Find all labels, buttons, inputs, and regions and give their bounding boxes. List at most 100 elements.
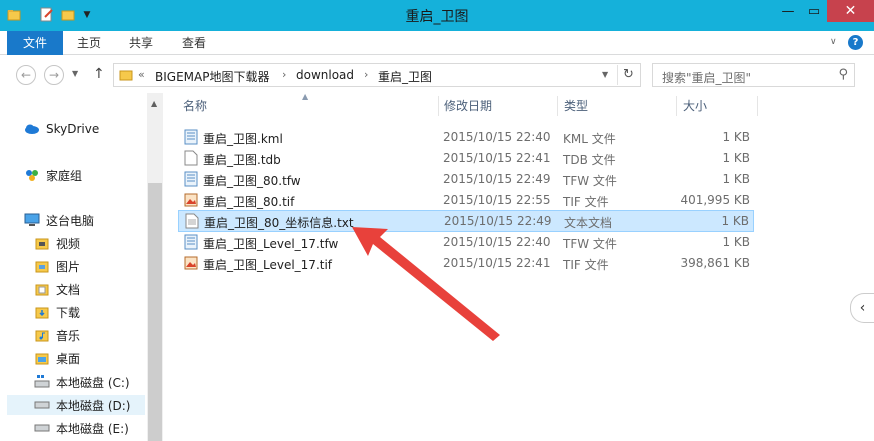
nav-documents[interactable]: 文档 <box>34 279 80 299</box>
video-folder-icon <box>34 235 50 251</box>
pictures-folder-icon <box>34 258 50 274</box>
nav-label: 视频 <box>56 236 81 251</box>
search-icon[interactable]: ⚲ <box>838 67 848 82</box>
nav-label: 这台电脑 <box>46 213 95 228</box>
file-size: 398,861 KB <box>680 256 750 270</box>
nav-label: 本地磁盘 (C:) <box>56 375 130 390</box>
breadcrumb-current[interactable]: 重启_卫图 <box>378 68 432 85</box>
column-header-name[interactable]: 名称 <box>183 93 438 119</box>
breadcrumb-separator-icon[interactable]: › <box>282 68 286 81</box>
address-bar[interactable]: « BIGEMAP地图下载器 › download › 重启_卫图 ▼ ↻ <box>113 63 641 87</box>
nav-label: 音乐 <box>56 328 81 343</box>
scrollbar-thumb[interactable] <box>148 183 162 441</box>
breadcrumb-download[interactable]: download <box>296 68 354 82</box>
file-type: TFW 文件 <box>563 174 617 188</box>
column-divider[interactable] <box>676 96 677 116</box>
file-size: 1 KB <box>722 130 750 144</box>
txt-file-icon <box>185 213 199 229</box>
nav-scrollbar[interactable]: ▲ <box>147 93 163 441</box>
file-row[interactable]: 重启_卫图.tdb 2015/10/15 22:41 TDB 文件 1 KB <box>178 148 754 169</box>
blank-file-icon <box>184 150 198 166</box>
tab-home[interactable]: 主页 <box>74 31 104 55</box>
nav-label: 文档 <box>56 282 81 297</box>
file-size: 1 KB <box>722 151 750 165</box>
nav-label: 下载 <box>56 305 81 320</box>
downloads-folder-icon <box>34 304 50 320</box>
tab-view[interactable]: 查看 <box>179 31 209 55</box>
file-name: 重启_卫图_80.tif <box>203 195 295 209</box>
text-file-icon <box>184 171 198 187</box>
expand-ribbon-icon[interactable]: ∨ <box>830 37 837 47</box>
collapse-pane-chevron-icon[interactable]: ‹ <box>850 293 874 323</box>
file-type: TFW 文件 <box>563 237 617 251</box>
overflow-chevron[interactable]: « <box>138 68 145 81</box>
nav-drive-c[interactable]: 本地磁盘 (C:) <box>34 372 130 392</box>
recent-locations-icon[interactable]: ▼ <box>72 69 78 78</box>
close-button[interactable]: ✕ <box>827 0 874 22</box>
computer-icon <box>24 212 40 228</box>
file-row[interactable]: 重启_卫图.kml 2015/10/15 22:40 KML 文件 1 KB <box>178 127 754 148</box>
nav-drive-d[interactable]: 本地磁盘 (D:) <box>7 395 145 415</box>
file-date: 2015/10/15 22:49 <box>443 172 551 186</box>
forward-button[interactable]: → <box>44 65 64 85</box>
file-row[interactable]: 重启_卫图_80.tfw 2015/10/15 22:49 TFW 文件 1 K… <box>178 169 754 190</box>
column-divider[interactable] <box>438 96 439 116</box>
scroll-up-icon[interactable]: ▲ <box>151 99 157 108</box>
nav-homegroup[interactable]: 家庭组 <box>24 165 82 185</box>
refresh-icon[interactable]: ↻ <box>617 65 639 85</box>
folder-icon <box>119 70 133 81</box>
nav-downloads[interactable]: 下载 <box>34 302 80 322</box>
nav-desktop[interactable]: 桌面 <box>34 348 80 368</box>
image-file-icon <box>184 193 198 207</box>
nav-label: 桌面 <box>56 351 81 366</box>
nav-this-pc[interactable]: 这台电脑 <box>24 210 94 230</box>
column-header-date[interactable]: 修改日期 <box>444 93 556 119</box>
file-size: 401,995 KB <box>680 193 750 207</box>
breadcrumb-bigemap[interactable]: BIGEMAP地图下载器 <box>155 68 269 85</box>
file-type: TDB 文件 <box>563 153 616 167</box>
text-file-icon <box>184 234 198 250</box>
drive-icon <box>34 397 50 413</box>
file-size: 1 KB <box>722 172 750 186</box>
tab-file[interactable]: 文件 <box>7 31 63 55</box>
file-type: TIF 文件 <box>563 258 609 272</box>
kml-file-icon <box>184 129 198 145</box>
help-icon[interactable]: ? <box>848 35 863 50</box>
up-button[interactable]: ↑ <box>93 66 105 82</box>
back-button[interactable]: ← <box>16 65 36 85</box>
search-input[interactable]: 搜索"重启_卫图" ⚲ <box>652 63 855 87</box>
nav-skydrive[interactable]: SkyDrive <box>24 119 99 139</box>
file-type: 文本文档 <box>564 216 613 230</box>
homegroup-icon <box>24 167 40 183</box>
nav-label: SkyDrive <box>46 122 100 136</box>
breadcrumb-separator-icon[interactable]: › <box>364 68 368 81</box>
nav-label: 家庭组 <box>46 168 83 183</box>
maximize-button[interactable]: ▭ <box>801 0 827 22</box>
tab-share[interactable]: 共享 <box>126 31 156 55</box>
drive-icon <box>34 420 50 436</box>
ribbon-tabs: 文件 主页 共享 查看 ∨ ? <box>0 31 874 55</box>
nav-music[interactable]: 音乐 <box>34 325 80 345</box>
column-header-type[interactable]: 类型 <box>564 93 676 119</box>
column-header-size[interactable]: 大小 <box>683 93 753 119</box>
documents-folder-icon <box>34 281 50 297</box>
address-dropdown-icon[interactable]: ▼ <box>602 70 608 79</box>
column-divider[interactable] <box>757 96 758 116</box>
minimize-button[interactable]: — <box>775 0 801 22</box>
nav-pictures[interactable]: 图片 <box>34 256 80 276</box>
file-type: KML 文件 <box>563 132 616 146</box>
column-divider[interactable] <box>557 96 558 116</box>
desktop-folder-icon <box>34 350 50 366</box>
nav-label: 本地磁盘 (E:) <box>56 421 129 436</box>
file-name: 重启_卫图_Level_17.tfw <box>203 237 339 251</box>
nav-drive-e[interactable]: 本地磁盘 (E:) <box>34 418 129 438</box>
file-size: 1 KB <box>722 235 750 249</box>
cloud-icon <box>24 121 40 137</box>
file-name: 重启_卫图_80_坐标信息.txt <box>204 216 354 230</box>
nav-label: 本地磁盘 (D:) <box>56 398 131 413</box>
file-row[interactable]: 重启_卫图_80.tif 2015/10/15 22:55 TIF 文件 401… <box>178 190 754 211</box>
file-type: TIF 文件 <box>563 195 609 209</box>
annotation-arrow-icon <box>352 227 500 341</box>
nav-videos[interactable]: 视频 <box>34 233 80 253</box>
file-name: 重启_卫图_Level_17.tif <box>203 258 333 272</box>
